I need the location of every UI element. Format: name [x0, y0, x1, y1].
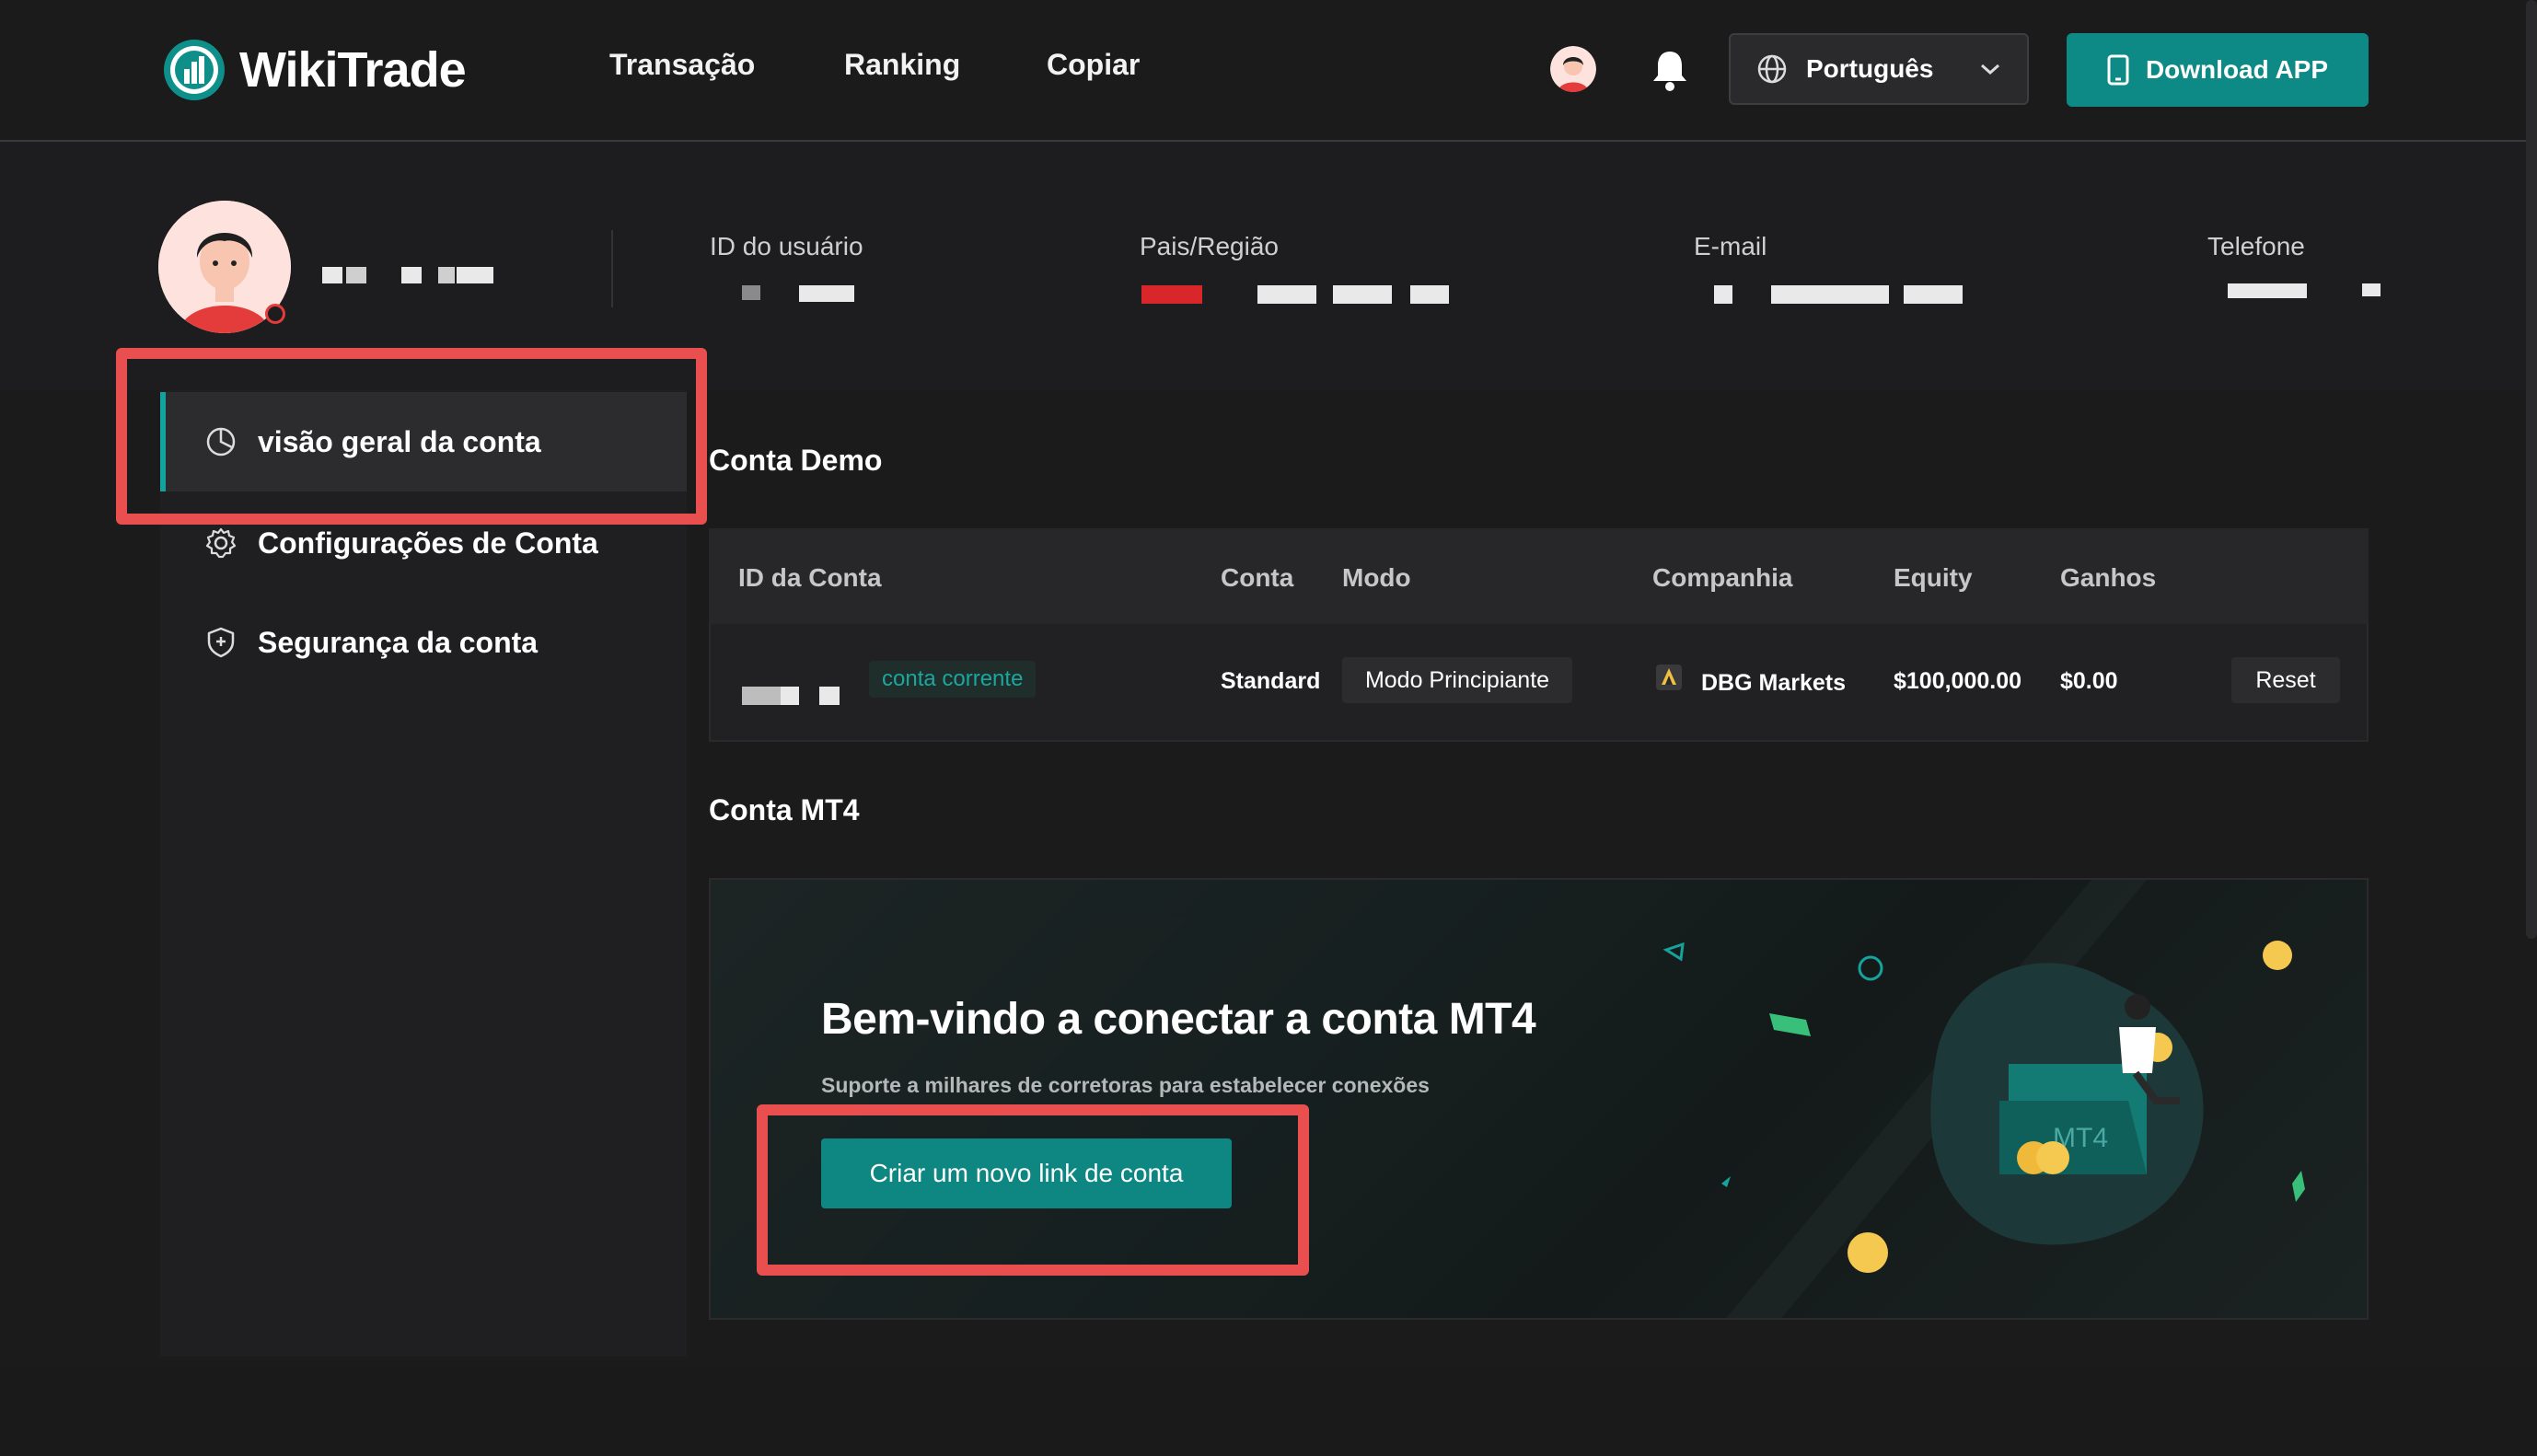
cell-equity: $100,000.00	[1894, 668, 2022, 694]
gear-icon	[205, 527, 237, 559]
email-redacted	[1714, 285, 1964, 304]
reset-button[interactable]: Reset	[2231, 657, 2340, 703]
phone-label: Telefone	[2207, 232, 2305, 260]
language-label: Português	[1806, 54, 1934, 83]
mt4-welcome-subtitle: Suporte a milhares de corretoras para es…	[821, 1073, 1430, 1097]
download-app-button[interactable]: Download APP	[2067, 33, 2369, 107]
cell-companhia: DBG Markets	[1701, 670, 1846, 696]
globe-icon	[1757, 54, 1787, 84]
column-header-modo: Modo	[1342, 563, 1411, 592]
annotation-highlight-create-button	[757, 1104, 1309, 1276]
nav-transacao[interactable]: Transação	[609, 48, 755, 82]
email-label: E-mail	[1694, 232, 1767, 260]
account-id-redacted	[742, 687, 843, 707]
column-header-ganhos: Ganhos	[2060, 563, 2157, 592]
info-divider	[611, 230, 613, 307]
account-type-tag: conta corrente	[869, 661, 1037, 698]
mt4-section-title: Conta MT4	[709, 793, 860, 826]
sidebar-item-account-settings[interactable]: Configurações de Conta	[160, 493, 687, 593]
mode-selector[interactable]: Modo Principiante	[1342, 657, 1572, 703]
footer-band	[0, 1368, 2537, 1456]
user-id-redacted	[742, 285, 889, 304]
column-header-conta: Conta	[1221, 563, 1294, 592]
sidebar-item-account-security[interactable]: Segurança da conta	[160, 593, 687, 692]
header-avatar[interactable]	[1550, 46, 1596, 92]
wikitrade-logo[interactable]: WikiTrade	[162, 35, 467, 105]
phone-redacted	[2228, 283, 2384, 302]
sidebar-item-label: Segurança da conta	[258, 625, 539, 659]
username-redacted	[322, 267, 506, 285]
chevron-down-icon	[1981, 64, 1999, 75]
column-header-companhia: Companhia	[1652, 563, 1793, 592]
mt4-welcome-title: Bem-vindo a conectar a conta MT4	[821, 995, 1536, 1044]
language-selector[interactable]: Português	[1729, 33, 2029, 105]
page-scrollbar[interactable]	[2526, 0, 2537, 939]
avatar-edit-badge[interactable]	[265, 304, 285, 324]
logo-text: WikiTrade	[239, 42, 467, 98]
shield-icon	[207, 627, 235, 658]
country-redacted	[1141, 285, 1454, 304]
broker-logo-icon	[1652, 661, 1686, 694]
download-app-label: Download APP	[2145, 55, 2329, 84]
sidebar-item-label: Configurações de Conta	[258, 526, 598, 560]
column-header-account-id: ID da Conta	[738, 563, 882, 592]
phone-icon	[2107, 54, 2129, 86]
country-label: Pais/Região	[1140, 232, 1279, 260]
nav-ranking[interactable]: Ranking	[844, 48, 960, 82]
avatar-icon	[1550, 46, 1596, 92]
cell-ganhos: $0.00	[2060, 668, 2118, 694]
wikitrade-logo-icon	[164, 40, 225, 100]
demo-section-title: Conta Demo	[709, 444, 883, 477]
nav-copiar[interactable]: Copiar	[1047, 48, 1140, 82]
user-id-label: ID do usuário	[710, 232, 863, 260]
column-header-equity: Equity	[1894, 563, 1973, 592]
cell-conta: Standard	[1221, 668, 1321, 694]
notification-bell-icon[interactable]	[1650, 48, 1690, 92]
